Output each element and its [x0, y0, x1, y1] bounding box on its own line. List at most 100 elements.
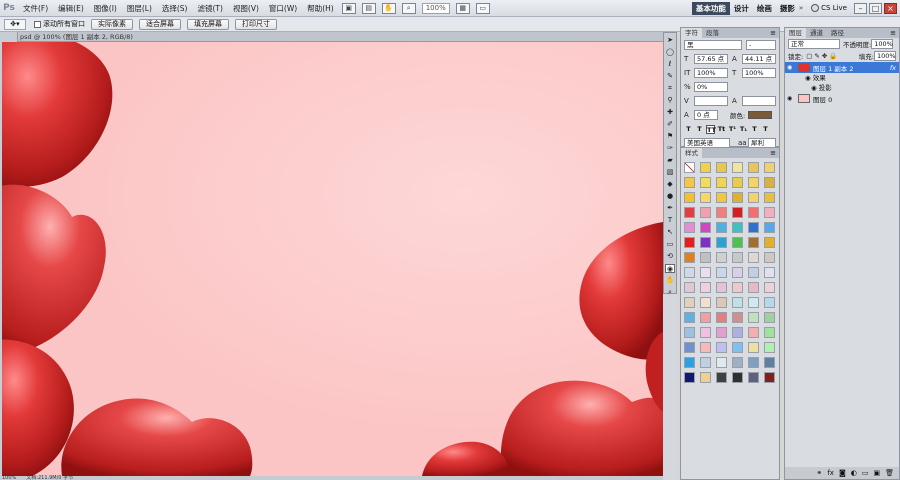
style-swatch[interactable] — [732, 327, 743, 338]
strikethrough-button[interactable]: T — [761, 125, 770, 134]
style-swatch[interactable] — [732, 297, 743, 308]
dodge-tool-icon[interactable]: ● — [665, 192, 675, 201]
eye-icon[interactable]: ◉ — [811, 84, 819, 92]
all-caps-button[interactable]: TT — [706, 124, 716, 134]
style-swatch[interactable] — [764, 177, 775, 188]
style-swatch[interactable] — [748, 357, 759, 368]
style-swatch[interactable] — [748, 222, 759, 233]
workspace-painting[interactable]: 绘画 — [753, 2, 776, 15]
blend-mode-select[interactable]: 正常 — [788, 39, 840, 49]
superscript-button[interactable]: T¹ — [728, 125, 737, 134]
style-swatch[interactable] — [748, 207, 759, 218]
style-swatch[interactable] — [748, 372, 759, 383]
layer-row[interactable]: ◉ 图层 1 副本 2 fx — [785, 62, 899, 73]
style-swatch[interactable] — [764, 372, 775, 383]
menu-image[interactable]: 图像(I) — [89, 3, 122, 14]
style-swatch[interactable] — [748, 327, 759, 338]
style-swatch[interactable] — [700, 267, 711, 278]
style-swatch[interactable] — [716, 312, 727, 323]
style-swatch[interactable] — [700, 177, 711, 188]
style-swatch[interactable] — [716, 297, 727, 308]
style-swatch[interactable] — [684, 267, 695, 278]
delete-layer-icon[interactable]: 🗑 — [885, 469, 894, 477]
kerning-mode-field[interactable] — [742, 96, 776, 106]
bridge-icon[interactable]: ▣ — [341, 2, 356, 14]
path-select-tool-icon[interactable]: ↖ — [665, 228, 675, 237]
subscript-button[interactable]: T₁ — [739, 125, 748, 134]
quick-select-tool-icon[interactable]: ✎ — [665, 72, 675, 81]
marquee-tool-icon[interactable]: ◯ — [665, 48, 675, 57]
horizontal-scale-field[interactable]: 100% — [742, 68, 776, 78]
screen-mode-icon[interactable]: ▭ — [475, 2, 490, 14]
menu-layer[interactable]: 图层(L) — [122, 3, 157, 14]
style-swatch[interactable] — [716, 252, 727, 263]
style-swatch[interactable] — [732, 282, 743, 293]
link-layers-icon[interactable]: ⚭ — [816, 469, 822, 477]
style-swatch[interactable] — [732, 207, 743, 218]
style-swatch[interactable] — [732, 222, 743, 233]
style-swatch[interactable] — [764, 342, 775, 353]
panel-menu-icon[interactable]: ≡ — [770, 149, 776, 157]
style-swatch[interactable] — [748, 177, 759, 188]
vertical-scale-field[interactable]: 100% — [694, 68, 728, 78]
pen-tool-icon[interactable]: ✒ — [665, 204, 675, 213]
style-swatch[interactable] — [748, 237, 759, 248]
menu-view[interactable]: 视图(V) — [228, 3, 264, 14]
style-swatch[interactable] — [700, 237, 711, 248]
style-swatch[interactable] — [684, 297, 695, 308]
minibridge-icon[interactable]: ▤ — [361, 2, 376, 14]
style-swatch[interactable] — [716, 237, 727, 248]
menu-window[interactable]: 窗口(W) — [264, 3, 302, 14]
style-swatch[interactable] — [764, 357, 775, 368]
style-swatch[interactable] — [748, 312, 759, 323]
add-style-icon[interactable]: fx — [827, 469, 834, 477]
style-swatch[interactable] — [732, 237, 743, 248]
style-swatch[interactable] — [764, 237, 775, 248]
style-swatch[interactable] — [764, 327, 775, 338]
style-swatch[interactable] — [732, 357, 743, 368]
zoom-tool-icon[interactable]: ⌕ — [401, 2, 416, 14]
arrange-docs-icon[interactable]: ▦ — [455, 2, 470, 14]
style-swatch[interactable] — [700, 357, 711, 368]
style-swatch[interactable] — [716, 342, 727, 353]
eyedropper-tool-icon[interactable]: ⚲ — [665, 96, 675, 105]
3d-camera-tool-icon[interactable]: ◉ — [665, 264, 675, 273]
menu-file[interactable]: 文件(F) — [18, 3, 53, 14]
menu-help[interactable]: 帮助(H) — [302, 3, 339, 14]
fill-field[interactable]: 100% — [874, 51, 896, 61]
zoom-select[interactable]: 100% — [421, 2, 450, 14]
style-swatch[interactable] — [716, 267, 727, 278]
style-swatch[interactable] — [732, 267, 743, 278]
fill-screen-button[interactable]: 填充屏幕 — [187, 18, 229, 30]
small-caps-button[interactable]: Tt — [717, 125, 726, 134]
actual-pixels-button[interactable]: 实际像素 — [91, 18, 133, 30]
document-tab[interactable]: psd @ 100% (图层 1 副本 2, RGB/8) — [18, 32, 663, 42]
crop-tool-icon[interactable]: ⌗ — [665, 84, 675, 93]
style-swatch[interactable] — [700, 372, 711, 383]
style-swatch[interactable] — [732, 192, 743, 203]
blur-tool-icon[interactable]: ◆ — [665, 180, 675, 189]
faux-bold-button[interactable]: T — [684, 125, 693, 134]
style-swatch[interactable] — [748, 252, 759, 263]
style-swatch[interactable] — [764, 267, 775, 278]
style-swatch[interactable] — [764, 252, 775, 263]
opacity-field[interactable]: 100% — [871, 39, 894, 49]
tab-channels[interactable]: 通道 — [806, 28, 827, 38]
tracking-field[interactable]: 0% — [694, 82, 728, 92]
panel-menu-icon[interactable]: ≡ — [890, 29, 896, 37]
baseline-shift-field[interactable]: 0 点 — [694, 110, 718, 120]
checkbox-box[interactable] — [34, 20, 41, 28]
type-tool-icon[interactable]: T — [665, 216, 675, 225]
style-swatch[interactable] — [732, 372, 743, 383]
style-swatch[interactable] — [684, 372, 695, 383]
cs-live-button[interactable]: CS Live — [811, 4, 847, 12]
style-swatch[interactable] — [764, 222, 775, 233]
eraser-tool-icon[interactable]: ▰ — [665, 156, 675, 165]
text-color-swatch[interactable] — [748, 111, 773, 119]
style-swatch[interactable] — [700, 252, 711, 263]
move-tool-icon[interactable]: ➤ — [665, 36, 675, 45]
font-family-select[interactable]: 黑 — [684, 40, 742, 50]
style-swatch[interactable] — [700, 297, 711, 308]
fit-screen-button[interactable]: 适合屏幕 — [139, 18, 181, 30]
style-swatch-none[interactable] — [684, 162, 695, 173]
